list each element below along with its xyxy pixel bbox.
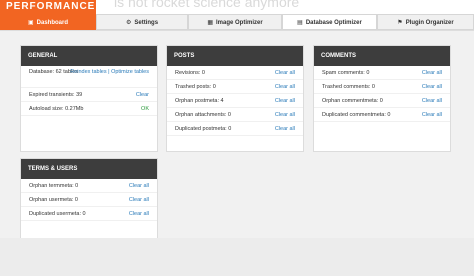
clear-all-link[interactable]: Clear all [129,207,149,221]
divider [0,30,474,31]
clear-all-link[interactable]: Clear all [422,80,442,94]
tab-dashboard[interactable]: ▣ Dashboard [0,14,96,30]
dashboard-icon: ▣ [27,20,34,26]
list-item: Orphan usermeta: 0 Clear all [21,193,157,207]
tab-label: Settings [134,20,159,26]
tab-bar: ▣ Dashboard ⚙ Settings ▦ Image Optimizer ▤ D… [0,14,474,30]
clear-all-link[interactable]: Clear all [129,193,149,207]
clear-all-link[interactable]: Clear all [422,108,442,122]
row-label: Revisions: 0 [175,70,205,76]
list-item: Spam comments: 0 Clear all [314,66,450,80]
list-item: Autoload size: 0.27Mb OK [21,102,157,116]
row-label: Trashed posts: 0 [175,84,216,90]
clear-all-link[interactable]: Clear all [422,94,442,108]
clear-all-link[interactable]: Clear all [275,108,295,122]
row-label: Orphan commentmeta: 0 [322,98,383,104]
row-label: Orphan termmeta: 0 [29,183,79,189]
clear-all-link[interactable]: Clear all [275,94,295,108]
row-label: Duplicated usermeta: 0 [29,211,86,217]
tab-label: Plugin Organizer [405,20,454,26]
list-item: Orphan postmeta: 4 Clear all [167,94,303,108]
row-label: Duplicated postmeta: 0 [175,126,232,132]
panel-title: TERMS & USERS [21,159,157,179]
panel-title: POSTS [167,46,303,66]
brand-tagline: is not rocket science anymore [114,0,300,10]
tab-label: Database Optimizer [305,20,362,26]
terms-users-panel: TERMS & USERS Orphan termmeta: 0 Clear a… [20,158,158,240]
list-item: Trashed posts: 0 Clear all [167,80,303,94]
clear-link[interactable]: Clear [136,88,149,102]
clear-all-link[interactable]: Clear all [275,66,295,80]
row-label: Orphan usermeta: 0 [29,197,78,203]
row-label: Expired transients: 39 [29,92,83,98]
tab-plugin-organizer[interactable]: ⚑ Plugin Organizer [377,14,474,30]
list-item: Duplicated usermeta: 0 Clear all [21,207,157,221]
row-label: Autoload size: 0.27Mb [29,106,84,112]
list-item: Expired transients: 39 Clear [21,88,157,102]
clear-all-link[interactable]: Clear all [275,80,295,94]
list-item: Database: 62 tables Reindex tables | Opt… [21,66,157,88]
clear-all-link[interactable]: Clear all [275,122,295,136]
posts-panel: POSTS Revisions: 0 Clear all Trashed pos… [166,45,304,152]
tab-settings[interactable]: ⚙ Settings [96,14,188,30]
list-item: Revisions: 0 Clear all [167,66,303,80]
list-item: Trashed comments: 0 Clear all [314,80,450,94]
tab-label: Dashboard [36,20,68,26]
list-item: Orphan termmeta: 0 Clear all [21,179,157,193]
row-label: Duplicated commentmeta: 0 [322,112,391,118]
list-item: Orphan attachments: 0 Clear all [167,108,303,122]
tab-database-optimizer[interactable]: ▤ Database Optimizer [282,14,377,30]
comments-panel: COMMENTS Spam comments: 0 Clear all Tras… [313,45,451,152]
brand-title: PERFORMANCE [0,0,96,14]
image-icon: ▦ [207,20,213,26]
top-bar: PERFORMANCE is not rocket science anymor… [0,0,474,30]
status-ok: OK [141,106,149,112]
list-item: Duplicated postmeta: 0 Clear all [167,122,303,136]
database-icon: ▤ [297,20,303,26]
list-item: Duplicated commentmeta: 0 Clear all [314,108,450,122]
clear-all-link[interactable]: Clear all [129,179,149,193]
tab-label: Image Optimizer [215,20,263,26]
footer-area [0,238,474,276]
row-label: Trashed comments: 0 [322,84,375,90]
settings-icon: ⚙ [125,20,132,26]
row-label: Spam comments: 0 [322,70,370,76]
list-item: Orphan commentmeta: 0 Clear all [314,94,450,108]
row-label: Orphan postmeta: 4 [175,98,224,104]
plugin-icon: ⚑ [397,20,403,26]
row-label: Orphan attachments: 0 [175,112,231,118]
clear-all-link[interactable]: Clear all [422,66,442,80]
tab-image-optimizer[interactable]: ▦ Image Optimizer [188,14,282,30]
panel-title: COMMENTS [314,46,450,66]
general-panel: GENERAL Database: 62 tables Reindex tabl… [20,45,158,152]
panel-title: GENERAL [21,46,157,66]
reindex-optimize-link[interactable]: Reindex tables | Optimize tables [70,69,149,76]
